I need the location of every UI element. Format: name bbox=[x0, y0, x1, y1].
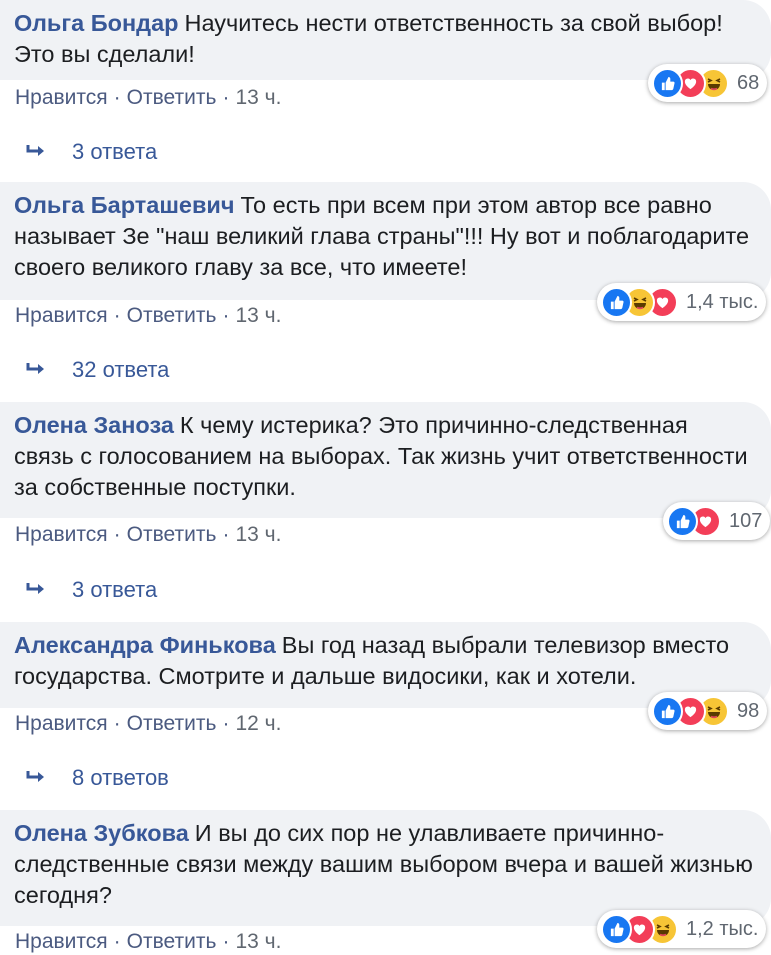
comment-timestamp[interactable]: 13 ч. bbox=[235, 523, 281, 546]
view-replies-link[interactable]: 3 ответа bbox=[26, 139, 157, 165]
reactions-summary[interactable]: 1,4 тыс. bbox=[597, 283, 767, 321]
like-link[interactable]: Нравится bbox=[15, 930, 108, 953]
view-replies-link[interactable]: 32 ответа bbox=[26, 357, 169, 383]
comment-author[interactable]: Олена Заноза bbox=[14, 412, 174, 438]
comment-actions: Нравится · Ответить · 13 ч. bbox=[15, 523, 282, 546]
comment-author[interactable]: Ольга Барташевич bbox=[14, 192, 235, 218]
like-link[interactable]: Нравится bbox=[15, 523, 108, 546]
view-replies-link[interactable]: 8 ответов bbox=[26, 765, 169, 791]
replies-count[interactable]: 8 ответов bbox=[72, 765, 169, 791]
reply-arrow-icon bbox=[26, 363, 44, 374]
reply-arrow-icon bbox=[26, 145, 44, 156]
reaction-count: 1,4 тыс. bbox=[686, 290, 759, 313]
comment-bubble: Олена Заноза К чему истерика? Это причинн… bbox=[0, 402, 771, 518]
comment-actions: Нравится · Ответить · 12 ч. bbox=[15, 712, 282, 735]
comment-timestamp[interactable]: 13 ч. bbox=[235, 86, 281, 109]
like-icon bbox=[601, 286, 632, 318]
comment-timestamp[interactable]: 13 ч. bbox=[235, 304, 281, 327]
comment-actions: Нравится · Ответить · 13 ч. bbox=[15, 930, 282, 953]
replies-count[interactable]: 32 ответа bbox=[72, 357, 169, 383]
comment-bubble: Олена Зубкова И вы до сих пор не улавлива… bbox=[0, 810, 771, 926]
comment-actions: Нравится · Ответить · 13 ч. bbox=[15, 86, 282, 109]
like-link[interactable]: Нравится bbox=[15, 304, 108, 327]
replies-count[interactable]: 3 ответа bbox=[72, 139, 157, 165]
like-link[interactable]: Нравится bbox=[15, 86, 108, 109]
reply-link[interactable]: Ответить bbox=[127, 930, 217, 953]
like-icon bbox=[652, 67, 683, 99]
like-link[interactable]: Нравится bbox=[15, 712, 108, 735]
reaction-count: 1,2 тыс. bbox=[686, 917, 759, 940]
reactions-summary[interactable]: 68 bbox=[648, 64, 768, 102]
reaction-count: 68 bbox=[737, 71, 760, 94]
view-replies-link[interactable]: 3 ответа bbox=[26, 577, 157, 603]
comment-author[interactable]: Александра Финькова bbox=[14, 632, 276, 658]
reactions-summary[interactable]: 107 bbox=[663, 502, 771, 540]
reaction-count: 107 bbox=[729, 509, 763, 532]
comment-actions: Нравится · Ответить · 13 ч. bbox=[15, 304, 282, 327]
reply-link[interactable]: Ответить bbox=[127, 304, 217, 327]
reply-link[interactable]: Ответить bbox=[127, 86, 217, 109]
comment-author[interactable]: Ольга Бондар bbox=[14, 10, 179, 36]
comment-author[interactable]: Олена Зубкова bbox=[14, 820, 189, 846]
replies-count[interactable]: 3 ответа bbox=[72, 577, 157, 603]
reactions-summary[interactable]: 1,2 тыс. bbox=[597, 910, 767, 948]
comment-timestamp[interactable]: 12 ч. bbox=[235, 712, 281, 735]
comment-timestamp[interactable]: 13 ч. bbox=[235, 930, 281, 953]
like-icon bbox=[667, 505, 698, 537]
reply-link[interactable]: Ответить bbox=[127, 523, 217, 546]
like-icon bbox=[601, 913, 632, 945]
reply-link[interactable]: Ответить bbox=[127, 712, 217, 735]
reaction-count: 98 bbox=[737, 699, 760, 722]
reply-arrow-icon bbox=[26, 583, 44, 594]
reactions-summary[interactable]: 98 bbox=[648, 692, 768, 730]
reply-arrow-icon bbox=[26, 771, 44, 782]
like-icon bbox=[652, 695, 683, 727]
